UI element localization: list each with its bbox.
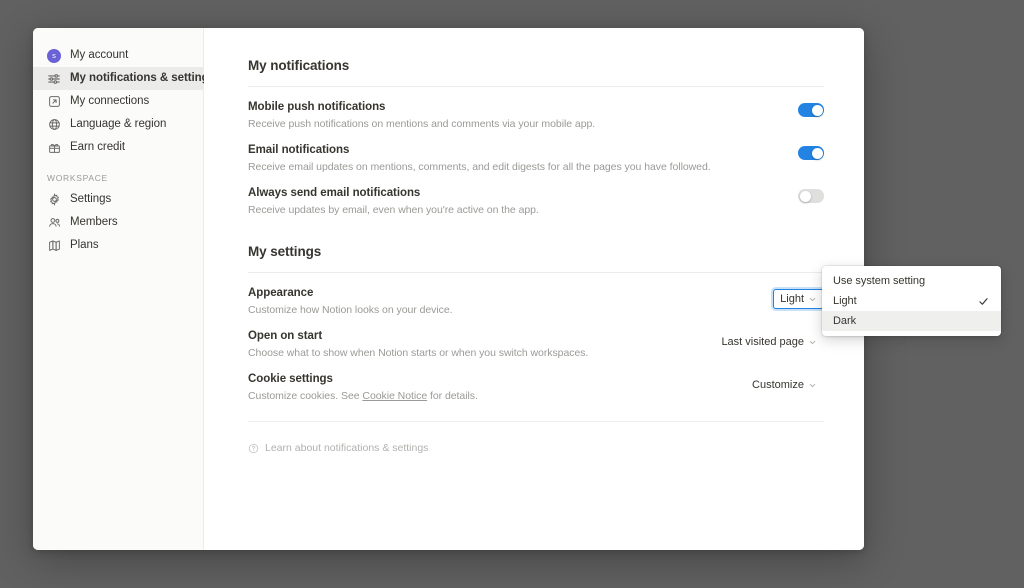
sidebar-item-settings[interactable]: Settings [33, 188, 203, 211]
sidebar-item-label: My account [70, 44, 128, 67]
row-title: Always send email notifications [248, 186, 539, 201]
row-text: Cookie settings Customize cookies. See C… [248, 372, 478, 404]
arrow-up-right-box-icon [47, 95, 61, 109]
row-title: Mobile push notifications [248, 100, 595, 115]
dropdown-option-label: Use system setting [833, 275, 925, 287]
check-icon [978, 296, 989, 307]
gift-icon [47, 141, 61, 155]
sidebar-item-label: My notifications & settings [70, 67, 215, 90]
toggle-knob [812, 105, 823, 116]
dropdown-option-dark[interactable]: Dark [822, 311, 1001, 331]
cookie-desc-before: Customize cookies. See [248, 390, 362, 402]
chevron-down-icon [808, 295, 817, 304]
toggle-email-notifications[interactable] [798, 146, 824, 160]
settings-rows: Appearance Customize how Notion looks on… [248, 273, 824, 406]
notifications-section-title: My notifications [248, 58, 824, 73]
gear-icon [47, 193, 61, 207]
notifications-rows: Mobile push notifications Receive push n… [248, 87, 824, 220]
row-description: Customize how Notion looks on your devic… [248, 303, 453, 318]
sidebar-item-members[interactable]: Members [33, 211, 203, 234]
row-control [798, 143, 824, 160]
row-control: Last visited page [714, 329, 824, 352]
row-description: Customize cookies. See Cookie Notice for… [248, 389, 478, 404]
setting-row-always-send-email: Always send email notifications Receive … [248, 186, 824, 220]
toggle-always-send-email-notifications[interactable] [798, 189, 824, 203]
row-title: Open on start [248, 329, 588, 344]
setting-row-open-on-start: Open on start Choose what to show when N… [248, 329, 824, 372]
sidebar-item-my-account[interactable]: s My account [33, 44, 203, 67]
row-text: Mobile push notifications Receive push n… [248, 100, 595, 132]
row-title: Cookie settings [248, 372, 478, 387]
settings-modal: s My account My notifications & settings… [33, 28, 864, 550]
sidebar-item-label: Members [70, 211, 118, 234]
settings-main-panel: My notifications Mobile push notificatio… [204, 28, 864, 550]
sidebar-item-label: Plans [70, 234, 99, 257]
cookie-desc-after: for details. [427, 390, 478, 402]
sidebar-item-label: Settings [70, 188, 111, 211]
row-text: Appearance Customize how Notion looks on… [248, 286, 453, 318]
row-description: Receive email updates on mentions, comme… [248, 160, 711, 175]
learn-link-label: Learn about notifications & settings [265, 442, 428, 454]
row-text: Open on start Choose what to show when N… [248, 329, 588, 361]
cookie-settings-select-value: Customize [752, 379, 804, 391]
sidebar-item-my-notifications-settings[interactable]: My notifications & settings [33, 67, 203, 90]
toggle-knob [812, 148, 823, 159]
avatar: s [47, 49, 61, 63]
dropdown-option-label: Dark [833, 315, 856, 327]
chevron-down-icon [808, 338, 817, 347]
appearance-dropdown-menu: Use system setting Light Dark [822, 266, 1001, 336]
sliders-icon [47, 72, 61, 86]
cookie-notice-link[interactable]: Cookie Notice [362, 390, 427, 402]
row-control [798, 186, 824, 203]
open-on-start-select-value: Last visited page [721, 336, 804, 348]
open-on-start-select-trigger[interactable]: Last visited page [714, 332, 824, 352]
row-text: Always send email notifications Receive … [248, 186, 539, 218]
dropdown-option-use-system-setting[interactable]: Use system setting [822, 271, 1001, 291]
dropdown-option-label: Light [833, 295, 857, 307]
chevron-down-icon [808, 381, 817, 390]
row-title: Appearance [248, 286, 453, 301]
sidebar-item-plans[interactable]: Plans [33, 234, 203, 257]
setting-row-mobile-push: Mobile push notifications Receive push n… [248, 100, 824, 143]
globe-icon [47, 118, 61, 132]
settings-sidebar: s My account My notifications & settings… [33, 28, 204, 550]
footer-divider [248, 421, 824, 422]
row-control: Light [773, 286, 824, 309]
sidebar-item-earn-credit[interactable]: Earn credit [33, 136, 203, 159]
cookie-settings-select-trigger[interactable]: Customize [745, 375, 824, 395]
dropdown-option-light[interactable]: Light [822, 291, 1001, 311]
setting-row-email-notifications: Email notifications Receive email update… [248, 143, 824, 186]
question-circle-icon [248, 443, 259, 454]
row-title: Email notifications [248, 143, 711, 158]
setting-row-cookie-settings: Cookie settings Customize cookies. See C… [248, 372, 824, 406]
toggle-mobile-push-notifications[interactable] [798, 103, 824, 117]
setting-row-appearance: Appearance Customize how Notion looks on… [248, 286, 824, 329]
sidebar-item-language-region[interactable]: Language & region [33, 113, 203, 136]
appearance-select-value: Light [780, 293, 804, 305]
appearance-select-trigger[interactable]: Light [773, 289, 824, 309]
learn-about-notifications-link[interactable]: Learn about notifications & settings [248, 442, 428, 454]
row-text: Email notifications Receive email update… [248, 143, 711, 175]
row-description: Choose what to show when Notion starts o… [248, 346, 588, 361]
row-control: Customize [745, 372, 824, 395]
row-control [798, 100, 824, 117]
sidebar-item-label: Earn credit [70, 136, 125, 159]
sidebar-section-workspace-label: WORKSPACE [33, 173, 203, 183]
settings-section-title: My settings [248, 244, 824, 259]
toggle-knob [800, 191, 811, 202]
row-description: Receive push notifications on mentions a… [248, 117, 595, 132]
people-icon [47, 216, 61, 230]
sidebar-item-label: My connections [70, 90, 149, 113]
sidebar-item-label: Language & region [70, 113, 166, 136]
sidebar-item-my-connections[interactable]: My connections [33, 90, 203, 113]
row-description: Receive updates by email, even when you'… [248, 203, 539, 218]
map-icon [47, 239, 61, 253]
